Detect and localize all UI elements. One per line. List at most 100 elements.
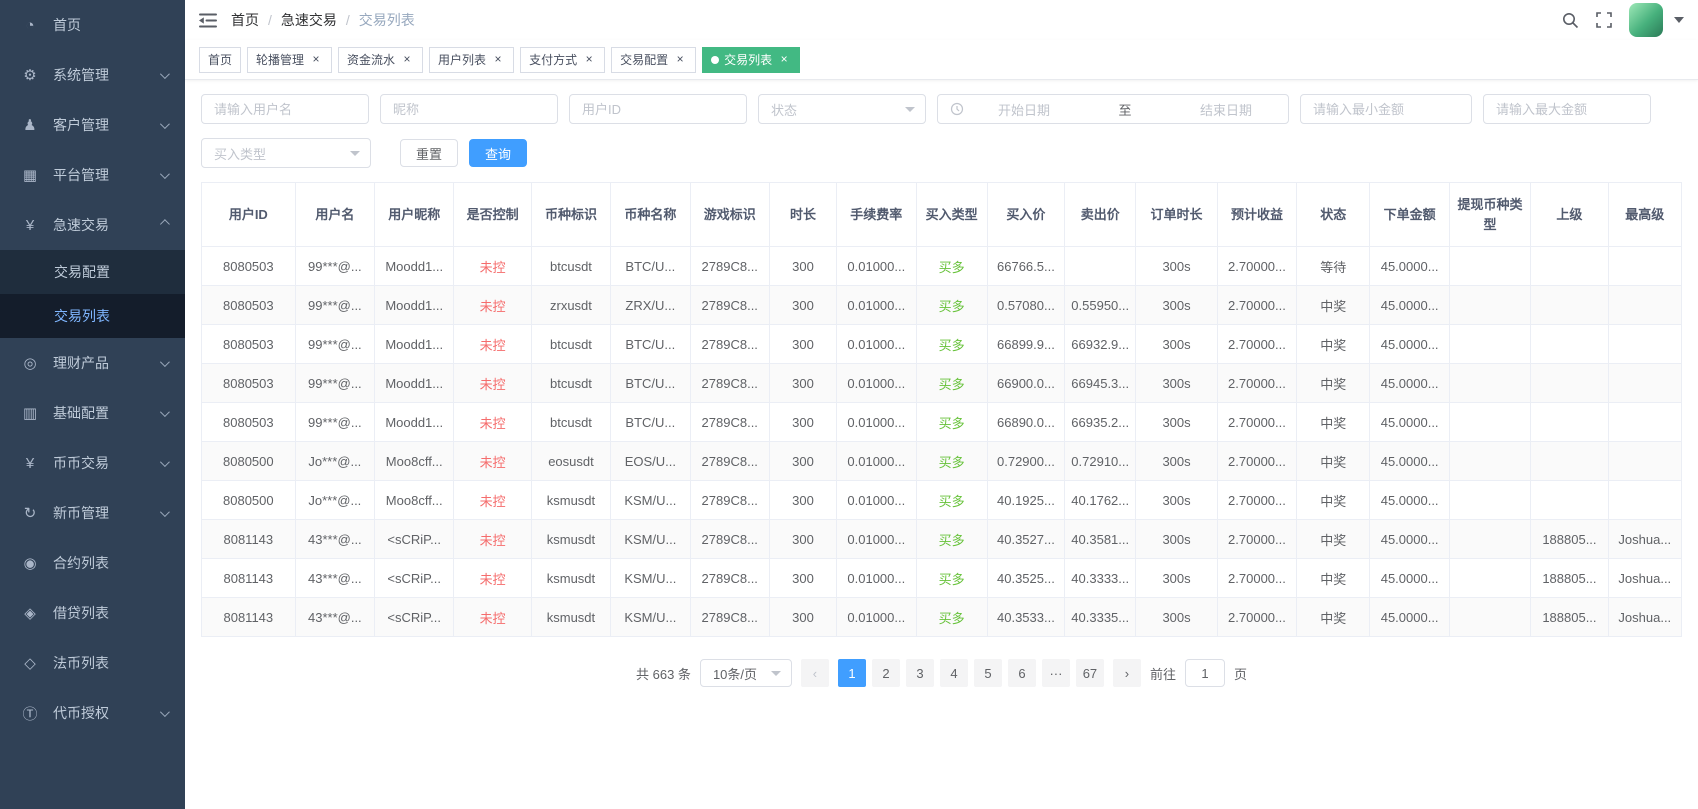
cell: 40.3581... xyxy=(1064,519,1137,559)
tag-item-4[interactable]: 用户列表 × xyxy=(429,46,515,73)
tag-item-2[interactable]: 轮播管理 × xyxy=(247,46,333,73)
cell: ksmusdt xyxy=(530,519,612,559)
page-button-6[interactable]: 6 xyxy=(1007,659,1036,687)
cell: 66932.9... xyxy=(1064,324,1137,364)
close-icon[interactable]: × xyxy=(777,53,791,67)
tag-label: 交易列表 xyxy=(724,53,773,67)
tag-label: 首页 xyxy=(208,53,233,67)
prev-page-button[interactable]: ‹ xyxy=(800,659,829,687)
sidebar-item-2[interactable]: ⚙ 系统管理 xyxy=(0,50,185,100)
cell: 0.01000... xyxy=(836,246,917,286)
cell: 8081143 xyxy=(201,597,296,637)
start-date-placeholder: 开始日期 xyxy=(997,102,1050,118)
min-amount-input[interactable] xyxy=(1300,94,1472,124)
userid-input[interactable] xyxy=(569,94,747,124)
sidebar-item-3[interactable]: ♟ 客户管理 xyxy=(0,100,185,150)
username-input[interactable] xyxy=(201,94,369,124)
cell: 0.01000... xyxy=(836,285,917,325)
cell: BTC/U... xyxy=(610,324,691,364)
cell: 300s xyxy=(1135,363,1218,403)
close-icon[interactable]: × xyxy=(491,53,505,67)
sidebar-item-1[interactable]: ◔ 首页 xyxy=(0,0,185,50)
sidebar-item-6[interactable]: ◎ 理财产品 xyxy=(0,338,185,388)
buy-type-select[interactable]: 买入类型 xyxy=(201,138,371,168)
cell: 300s xyxy=(1135,558,1218,598)
chevron-down-icon xyxy=(159,168,170,179)
search-button[interactable]: 查询 xyxy=(469,139,528,167)
cell: Moodd1... xyxy=(374,246,455,286)
chevron-down-icon xyxy=(159,356,170,367)
column-header: 预计收益 xyxy=(1216,182,1298,247)
column-header: 买入价 xyxy=(986,182,1066,247)
nickname-input[interactable] xyxy=(380,94,558,124)
sidebar-item-label: 理财产品 xyxy=(53,355,109,371)
close-icon[interactable]: × xyxy=(673,53,687,67)
sidebar-item-11[interactable]: ◈ 借贷列表 xyxy=(0,588,185,638)
breadcrumb-item-home[interactable]: 首页 xyxy=(231,10,259,30)
cell xyxy=(1607,480,1683,520)
page-size-select[interactable]: 10条/页 xyxy=(699,659,792,687)
caret-down-icon[interactable] xyxy=(1674,17,1684,23)
breadcrumb-item-fast-trade[interactable]: 急速交易 xyxy=(281,10,337,30)
page-button-67[interactable]: 67 xyxy=(1075,659,1104,687)
goto-label: 前往 xyxy=(1149,666,1176,682)
sidebar-subitem-1[interactable]: 交易配置 xyxy=(0,250,185,294)
page-button-2[interactable]: 2 xyxy=(871,659,900,687)
status-select[interactable]: 状态 xyxy=(758,94,926,124)
cell: Jo***@... xyxy=(294,441,376,481)
date-range-picker[interactable]: 开始日期 至 结束日期 xyxy=(937,94,1289,124)
page-button-1[interactable]: 1 xyxy=(837,659,866,687)
table-row: 8080500 Jo***@... Moo8cff... 未控 eosusdt EOS/U… xyxy=(201,441,1683,481)
avatar[interactable] xyxy=(1629,3,1663,37)
breadcrumb-separator: / xyxy=(268,12,272,28)
breadcrumb-item-trade-list: 交易列表 xyxy=(358,12,415,28)
breadcrumb-separator: / xyxy=(345,12,350,28)
next-page-button[interactable]: › xyxy=(1112,659,1141,687)
tag-item-3[interactable]: 资金流水 × xyxy=(338,46,424,73)
cell: 99***@... xyxy=(294,324,376,364)
tag-item-5[interactable]: 支付方式 × xyxy=(520,46,606,73)
sidebar-subitem-2[interactable]: 交易列表 xyxy=(0,294,185,338)
cell: 40.3335... xyxy=(1064,597,1137,637)
sidebar-item-8[interactable]: ¥ 币币交易 xyxy=(0,438,185,488)
cell: 45.0000... xyxy=(1369,519,1450,559)
column-header: 游戏标识 xyxy=(689,182,770,247)
tag-item-6[interactable]: 交易配置 × xyxy=(611,46,697,73)
sidebar-item-13[interactable]: Ⓣ 代币授权 xyxy=(0,688,185,738)
cell: 0.01000... xyxy=(836,363,917,403)
goto-page-input[interactable] xyxy=(1184,659,1225,687)
page-ellipsis-button[interactable]: ··· xyxy=(1041,659,1070,687)
sidebar-item-9[interactable]: ↻ 新币管理 xyxy=(0,488,185,538)
column-header: 最高级 xyxy=(1607,182,1683,247)
close-icon[interactable]: × xyxy=(400,53,414,67)
tag-item-7[interactable]: 交易列表 × xyxy=(702,46,801,73)
cell: Moodd1... xyxy=(374,285,455,325)
tag-label: 轮播管理 xyxy=(256,53,305,67)
sidebar-item-12[interactable]: ◇ 法币列表 xyxy=(0,638,185,688)
cell: 43***@... xyxy=(294,519,376,559)
reset-button[interactable]: 重置 xyxy=(400,139,459,167)
sidebar-item-5[interactable]: ¥ 急速交易 xyxy=(0,200,185,250)
cell xyxy=(1607,285,1683,325)
cell xyxy=(1607,402,1683,442)
cell: 买多 xyxy=(915,597,988,637)
close-icon[interactable]: × xyxy=(309,53,323,67)
cell: 188805... xyxy=(1530,597,1609,637)
fullscreen-icon[interactable] xyxy=(1596,12,1612,28)
sidebar-item-7[interactable]: ▥ 基础配置 xyxy=(0,388,185,438)
column-header: 用户昵称 xyxy=(374,182,455,247)
sidebar-item-4[interactable]: ▦ 平台管理 xyxy=(0,150,185,200)
hamburger-icon[interactable] xyxy=(199,13,217,28)
tag-item-1[interactable]: 首页 xyxy=(199,46,242,73)
page-button-5[interactable]: 5 xyxy=(973,659,1002,687)
cell xyxy=(1607,441,1683,481)
max-amount-input[interactable] xyxy=(1483,94,1651,124)
cell: KSM/U... xyxy=(610,519,691,559)
search-icon[interactable] xyxy=(1562,12,1579,29)
close-icon[interactable]: × xyxy=(582,53,596,67)
sidebar-item-10[interactable]: ◉ 合约列表 xyxy=(0,538,185,588)
page-button-3[interactable]: 3 xyxy=(905,659,934,687)
product-icon: ◎ xyxy=(23,355,37,372)
chevron-down-icon xyxy=(905,106,915,112)
page-button-4[interactable]: 4 xyxy=(939,659,968,687)
